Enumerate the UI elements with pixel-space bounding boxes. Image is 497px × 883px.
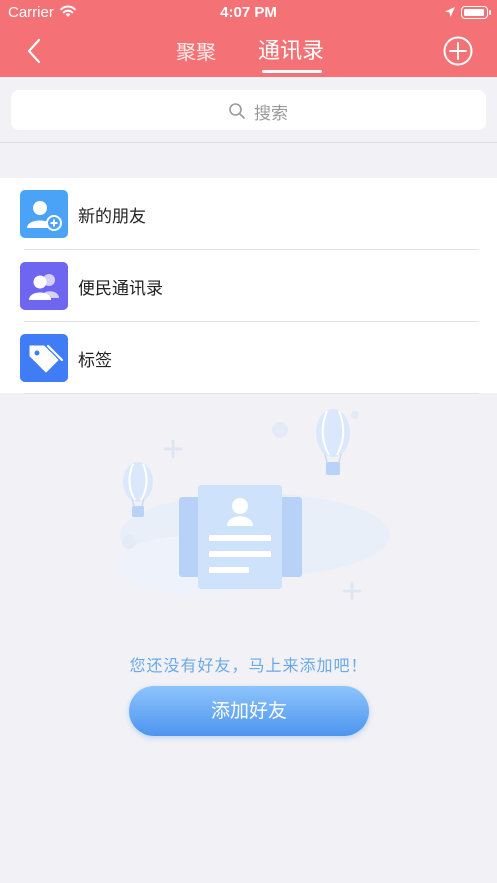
search-icon [229, 103, 245, 119]
list-item-tags[interactable]: 标签 [0, 322, 497, 394]
contacts-group-icon [20, 262, 68, 310]
empty-state-message: 您还没有好友，马上来添加吧！ [129, 656, 368, 675]
list-item-public-directory[interactable]: 便民通讯录 [0, 250, 497, 322]
tab-contacts[interactable]: 通讯录 [258, 38, 324, 66]
status-bar: Carrier 4:07 PM [0, 0, 497, 26]
list-item-new-friends[interactable]: 新的朋友 [0, 178, 497, 250]
tab-juju[interactable]: 聚聚 [176, 38, 216, 66]
tag-icon [20, 334, 68, 382]
search-section: 搜索 [0, 77, 497, 143]
list-item-label: 便民通讯录 [78, 279, 163, 299]
header-bar: Carrier 4:07 PM 聚聚 通讯录 [0, 0, 497, 77]
back-arrow-icon[interactable] [26, 38, 42, 64]
list-item-label: 新的朋友 [78, 207, 146, 227]
location-arrow-icon [445, 7, 455, 17]
menu-list: 新的朋友 便民通讯录 标签 [0, 178, 497, 394]
search-input[interactable]: 搜索 [11, 90, 486, 130]
list-item-label: 标签 [78, 351, 112, 371]
empty-contacts-illustration [115, 409, 390, 601]
add-circle-icon[interactable] [443, 36, 473, 66]
divider [24, 393, 479, 394]
add-user-icon [20, 190, 68, 238]
add-friend-button[interactable]: 添加好友 [129, 686, 369, 736]
clock: 4:07 PM [220, 4, 277, 21]
search-placeholder: 搜索 [254, 104, 288, 124]
battery-icon [461, 6, 491, 19]
active-tab-indicator [262, 70, 322, 73]
